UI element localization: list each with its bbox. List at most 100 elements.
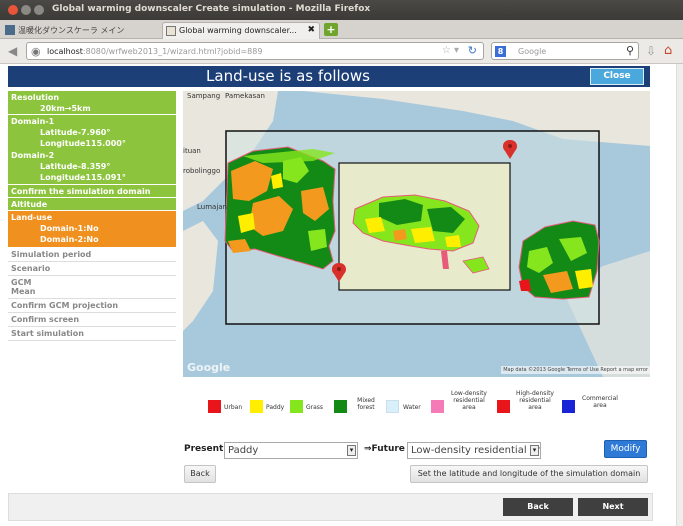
sidebar-item-scenario[interactable]: Scenario xyxy=(8,262,176,276)
sidebar-heading: Altitude xyxy=(11,200,48,209)
download-icon[interactable]: ⇩ xyxy=(646,44,656,58)
sidebar-value: Domain-2:No xyxy=(40,235,99,244)
sidebar-item-simulation-period[interactable]: Simulation period xyxy=(8,248,176,262)
future-landuse-select[interactable]: Low-density residential area ▾ xyxy=(407,442,541,459)
dropdown-arrow-icon[interactable]: ▾ xyxy=(530,445,539,456)
legend-label: Commercial area xyxy=(582,395,618,409)
sidebar-value: 20km→5km xyxy=(40,104,91,113)
tab-main[interactable]: 温暖化ダウンスケーラ メイン xyxy=(2,22,160,39)
east-java-landuse xyxy=(224,146,336,270)
sidebar-item-resolution[interactable]: Resolution 20km→5km xyxy=(8,91,176,115)
tab-create-simulation[interactable]: Global warming downscaler... ✖ xyxy=(162,22,320,39)
modify-button[interactable]: Modify xyxy=(604,440,647,458)
sidebar-heading: Mean xyxy=(11,287,36,296)
legend-label: Grass xyxy=(306,404,324,411)
tab-bar: 温暖化ダウンスケーラ メイン Global warming downscaler… xyxy=(0,20,683,39)
sidebar-item-altitude[interactable]: Altitude xyxy=(8,198,176,211)
search-placeholder: Google xyxy=(518,47,547,56)
dropdown-arrow-icon[interactable]: ▾ xyxy=(347,445,356,456)
legend-swatch xyxy=(290,400,303,413)
sidebar-value: Domain-1:No xyxy=(40,224,99,233)
present-label: Present: xyxy=(184,444,227,454)
legend-swatch xyxy=(431,400,444,413)
window-maximize-button[interactable] xyxy=(34,5,44,15)
legend-label: Urban xyxy=(224,404,243,411)
legend-swatch xyxy=(497,400,510,413)
map-label-lumajang: Lumajan xyxy=(197,203,227,211)
new-tab-button[interactable]: + xyxy=(324,23,338,36)
tab-favicon-icon xyxy=(5,25,15,35)
wizard-footer: Back Next xyxy=(8,493,653,521)
search-box[interactable]: 8 Google ⚲ xyxy=(491,42,639,60)
search-engine-icon[interactable]: 8 xyxy=(495,46,506,57)
map-label-sampang: Sampang xyxy=(187,92,221,100)
sidebar-heading: Confirm the simulation domain xyxy=(11,187,151,196)
window-title: Global warming downscaler Create simulat… xyxy=(52,4,371,14)
footer-next-button[interactable]: Next xyxy=(578,498,648,516)
url-text: localhost:8080/wrfweb2013_1/wizard.html?… xyxy=(47,47,263,56)
footer-back-button[interactable]: Back xyxy=(503,498,573,516)
map-label-probolinggo: robolinggo xyxy=(183,167,221,175)
sidebar-value: Latitude-7.960° xyxy=(40,128,111,137)
sidebar-heading: Resolution xyxy=(11,93,60,102)
sidebar-heading: Confirm screen xyxy=(11,315,80,324)
sidebar-heading: Domain-1 xyxy=(11,117,55,126)
map-attribution[interactable]: Map data ©2013 Google Terms of Use Repor… xyxy=(501,366,650,374)
home-icon[interactable]: ⌂ xyxy=(664,43,672,58)
sidebar-item-confirm-domain[interactable]: Confirm the simulation domain xyxy=(8,185,176,198)
set-domain-button[interactable]: Set the latitude and longitude of the si… xyxy=(410,465,648,483)
sidebar-heading: Land-use xyxy=(11,213,53,222)
window-titlebar: Global warming downscaler Create simulat… xyxy=(0,0,683,20)
sidebar-value: Latitude-8.359° xyxy=(40,162,111,171)
sidebar-heading: Confirm GCM projection xyxy=(11,301,119,310)
page-title: Land-use is as follows xyxy=(206,67,370,85)
back-button[interactable]: Back xyxy=(184,465,216,483)
navigation-bar: ◀ ◉ localhost:8080/wrfweb2013_1/wizard.h… xyxy=(0,39,683,64)
tab-favicon-icon xyxy=(166,26,176,36)
land-use-map[interactable]: Sampang Pamekasan ituan robolinggo Lumaj… xyxy=(183,91,650,377)
search-icon[interactable]: ⚲ xyxy=(626,44,634,57)
map-label-situbondo: ituan xyxy=(183,147,201,155)
legend-label: High-density residential area xyxy=(516,390,554,411)
tab-close-icon[interactable]: ✖ xyxy=(307,25,315,35)
url-bar[interactable]: ◉ localhost:8080/wrfweb2013_1/wizard.htm… xyxy=(26,42,484,60)
sidebar-item-gcm[interactable]: GCM xyxy=(8,276,176,287)
globe-icon: ◉ xyxy=(31,45,41,58)
legend-swatch xyxy=(334,400,347,413)
map-canvas xyxy=(183,91,650,377)
wizard-sidebar: Resolution 20km→5km Domain-1 Latitude-7.… xyxy=(8,91,176,341)
sidebar-item-confirm-screen[interactable]: Confirm screen xyxy=(8,313,176,327)
legend-label: Paddy xyxy=(266,404,285,411)
page-scrollbar[interactable] xyxy=(676,64,683,526)
sidebar-value: Longitude115.000° xyxy=(40,139,126,148)
sidebar-item-start-simulation[interactable]: Start simulation xyxy=(8,327,176,341)
legend-label: Low-density residential area xyxy=(451,390,487,411)
sidebar-item-domain[interactable]: Domain-1 Latitude-7.960° Longitude115.00… xyxy=(8,115,176,185)
legend-swatch xyxy=(386,400,399,413)
sidebar-item-mean[interactable]: Mean xyxy=(8,287,176,299)
select-value: Low-density residential area xyxy=(411,445,541,456)
legend-swatch xyxy=(208,400,221,413)
sidebar-heading: Scenario xyxy=(11,264,51,273)
close-button[interactable]: Close xyxy=(590,68,644,85)
sidebar-item-land-use[interactable]: Land-use Domain-1:No Domain-2:No xyxy=(8,211,176,248)
sidebar-item-confirm-gcm[interactable]: Confirm GCM projection xyxy=(8,299,176,313)
legend-swatch xyxy=(562,400,575,413)
reload-icon[interactable]: ↻ xyxy=(468,44,477,57)
sidebar-heading: Simulation period xyxy=(11,250,92,259)
back-arrow-icon[interactable]: ◀ xyxy=(8,45,17,57)
window-close-button[interactable] xyxy=(8,5,18,15)
tab-label: 温暖化ダウンスケーラ メイン xyxy=(18,26,125,35)
sidebar-value: Longitude115.091° xyxy=(40,173,126,182)
google-logo: Google xyxy=(187,361,231,374)
sidebar-heading: Start simulation xyxy=(11,329,84,338)
sidebar-heading: GCM xyxy=(11,278,32,287)
present-landuse-select[interactable]: Paddy ▾ xyxy=(224,442,358,459)
legend-swatch xyxy=(250,400,263,413)
sidebar-heading: Domain-2 xyxy=(11,151,55,160)
map-label-pamekasan: Pamekasan xyxy=(225,92,265,100)
window-minimize-button[interactable] xyxy=(21,5,31,15)
legend-label: Mixed forest xyxy=(357,397,375,411)
land-use-legend: Urban Paddy Grass Mixed forest Water Low… xyxy=(206,390,636,426)
bookmark-star-icon[interactable]: ☆ ▾ xyxy=(442,45,459,56)
